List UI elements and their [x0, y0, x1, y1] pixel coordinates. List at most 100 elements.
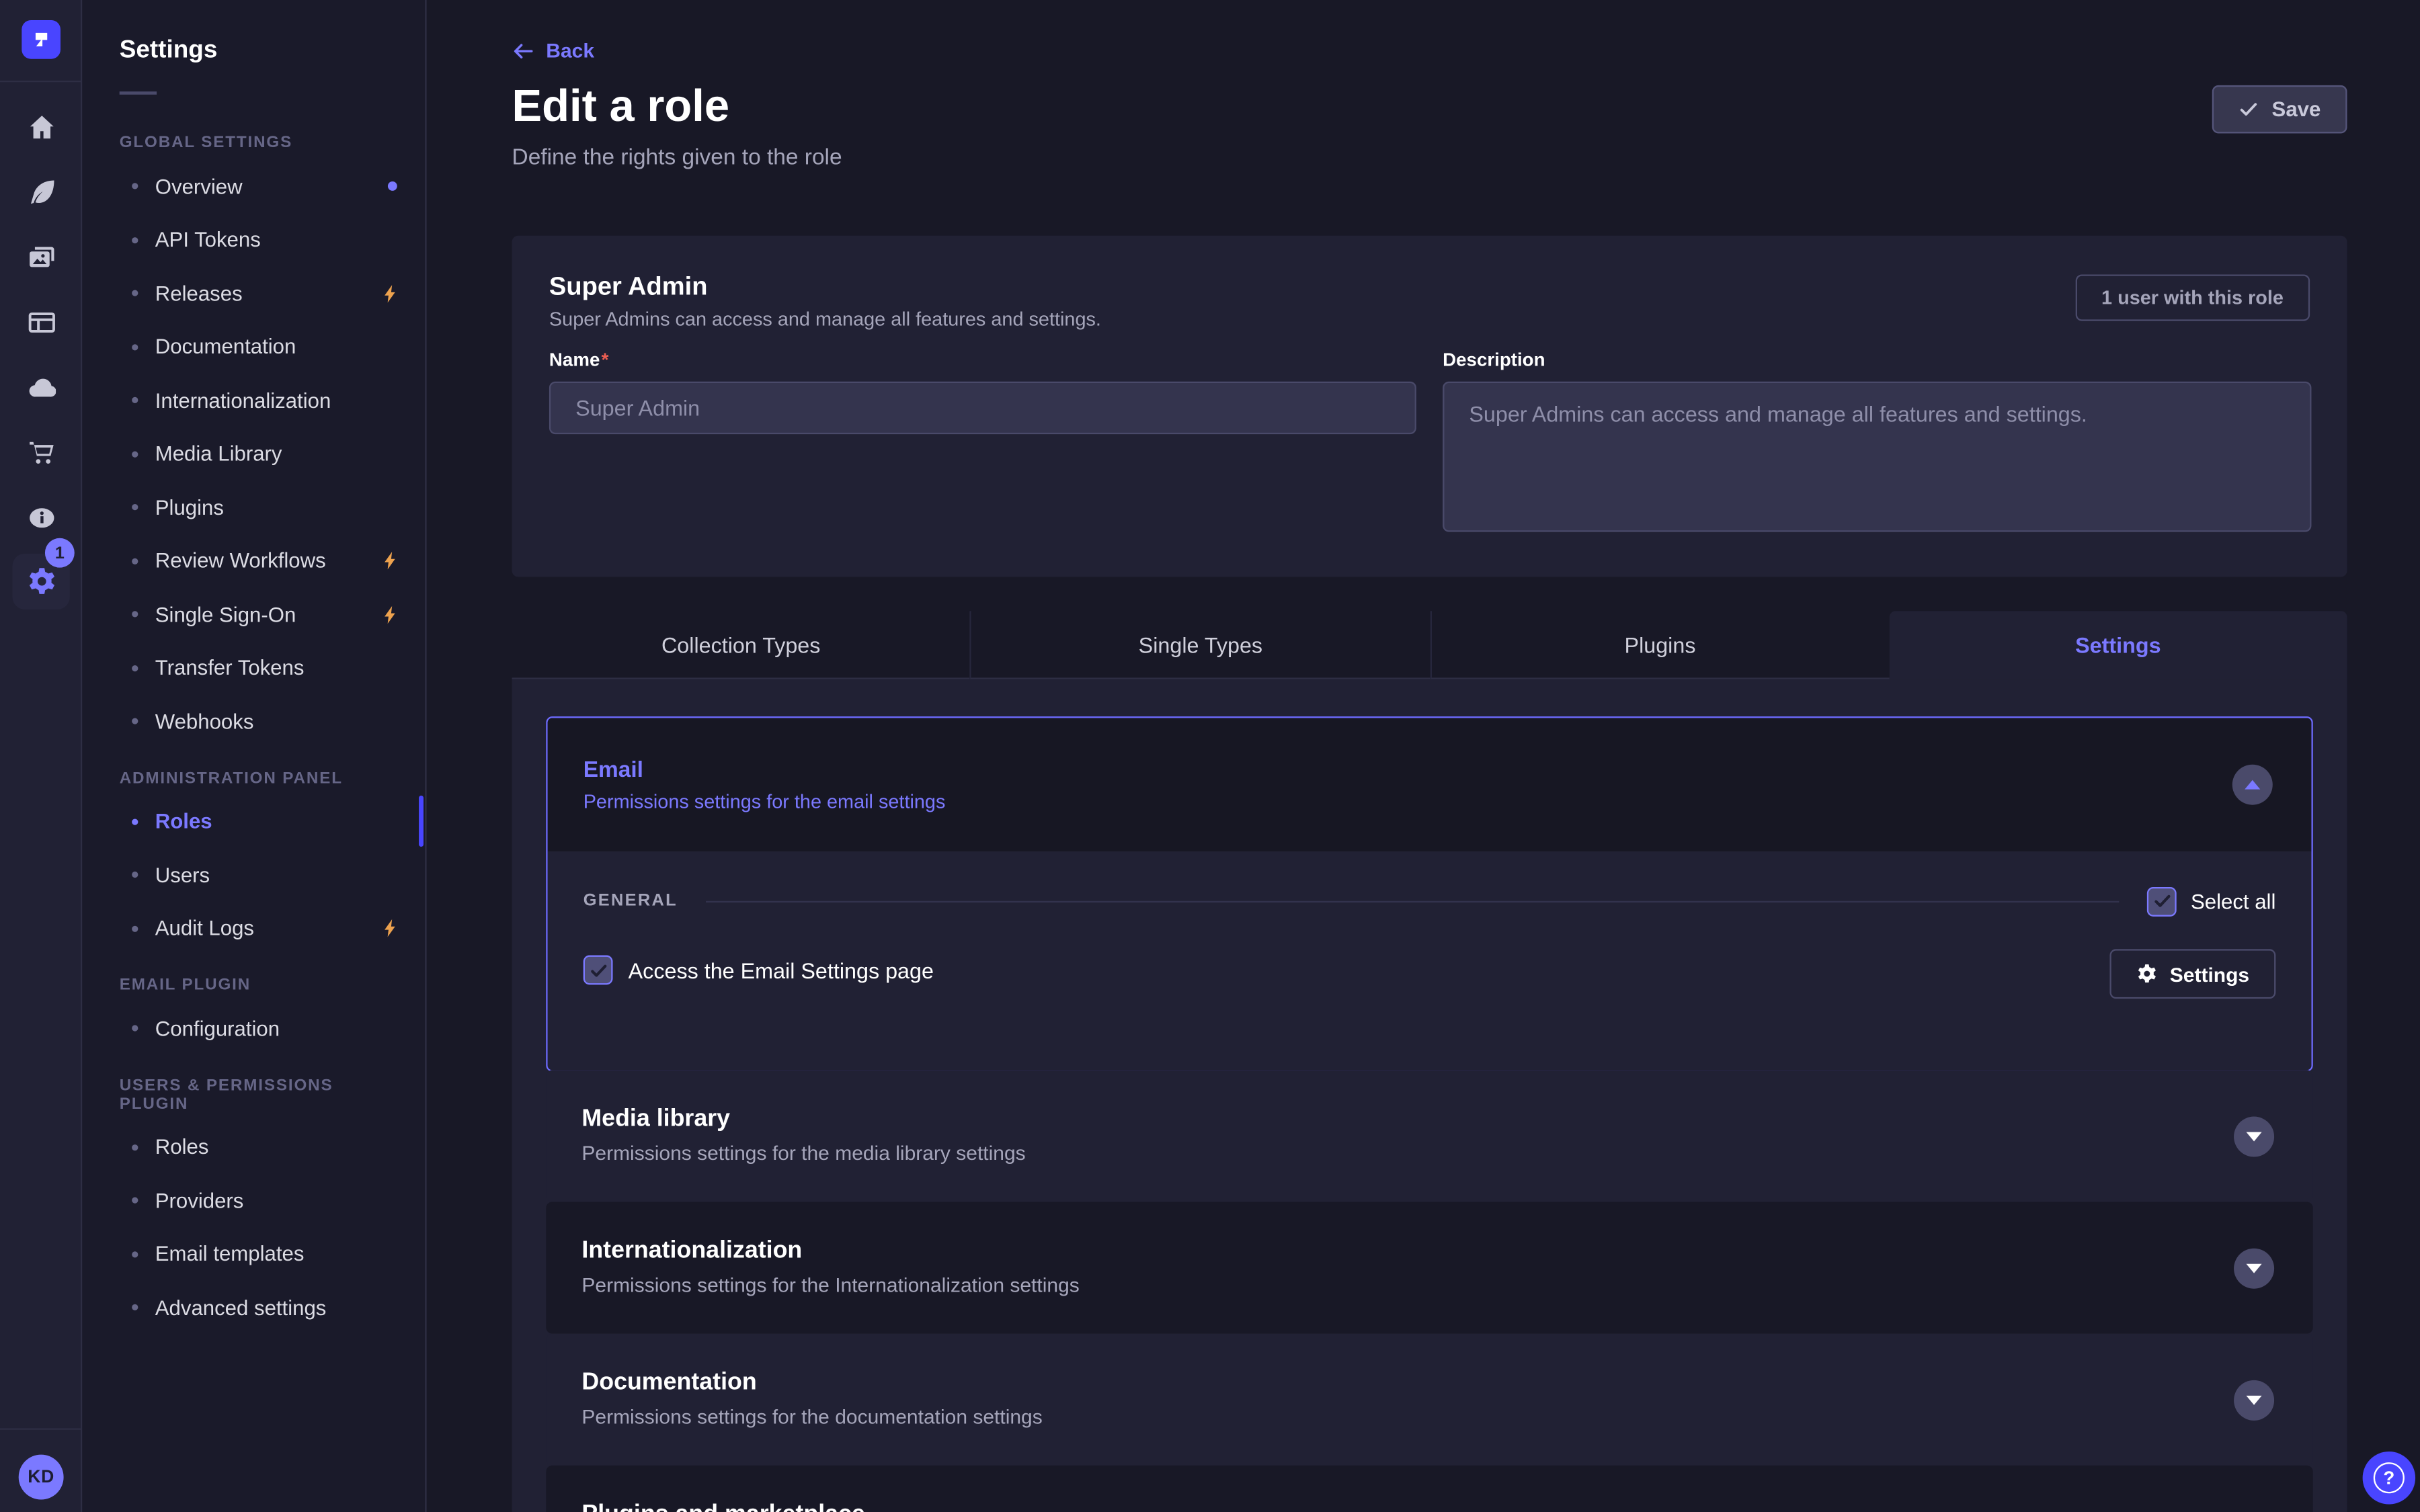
sidebar-item-roles-admin[interactable]: Roles: [120, 795, 401, 849]
sidebar-item-overview[interactable]: Overview: [120, 160, 401, 214]
chevron-down-icon: [2247, 1396, 2262, 1405]
accordion-email-body: GENERAL Select all Access the Email S: [548, 851, 2312, 1070]
section-label-global-settings: GLOBAL SETTINGS: [120, 133, 401, 152]
sidebar-item-users[interactable]: Users: [120, 848, 401, 902]
sidebar-item-media-library[interactable]: Media Library: [120, 427, 401, 481]
check-icon: [589, 961, 608, 980]
strapi-logo[interactable]: [22, 20, 61, 59]
accordion-documentation[interactable]: Documentation Permissions settings for t…: [546, 1334, 2312, 1466]
bullet-icon: [132, 1025, 138, 1032]
user-avatar[interactable]: KD: [19, 1455, 64, 1500]
settings-subnav: Settings GLOBAL SETTINGS Overview API To…: [82, 0, 426, 1512]
bullet-icon: [132, 183, 138, 190]
sidebar-item-review-workflows[interactable]: Review Workflows: [120, 534, 401, 588]
sidebar-item-releases[interactable]: Releases: [120, 267, 401, 321]
accordion-email-header[interactable]: Email Permissions settings for the email…: [548, 718, 2312, 851]
sidebar-item-documentation[interactable]: Documentation: [120, 321, 401, 374]
back-link[interactable]: Back: [512, 39, 594, 62]
bullet-icon: [132, 558, 138, 564]
sidebar-item-single-sign-on[interactable]: Single Sign-On: [120, 588, 401, 642]
sidebar-item-configuration[interactable]: Configuration: [120, 1002, 401, 1056]
sidebar-item-transfer-tokens[interactable]: Transfer Tokens: [120, 641, 401, 695]
subnav-scrollbar-thumb[interactable]: [419, 796, 424, 847]
accordion-title: Media library: [581, 1105, 730, 1134]
bullet-icon: [132, 1144, 138, 1150]
accordion-media-library[interactable]: Media library Permissions settings for t…: [546, 1070, 2312, 1202]
users-with-role-button[interactable]: 1 user with this role: [2075, 274, 2310, 321]
permission-row: Access the Email Settings page: [583, 956, 934, 985]
accordion-internationalization[interactable]: Internationalization Permissions setting…: [546, 1202, 2312, 1333]
email-settings-button[interactable]: Settings: [2109, 949, 2276, 999]
content-type-builder-icon[interactable]: [26, 177, 56, 206]
rail-logo-area: [0, 0, 81, 82]
accordion-subtitle: Permissions settings for the documentati…: [581, 1405, 1042, 1429]
notification-dot-icon: [388, 182, 397, 192]
access-email-settings-checkbox[interactable]: [583, 956, 613, 985]
content-manager-icon[interactable]: [26, 307, 56, 337]
sidebar-item-webhooks[interactable]: Webhooks: [120, 695, 401, 749]
accordion-title: Plugins and marketplace: [581, 1501, 864, 1512]
permission-label: Access the Email Settings page: [629, 958, 934, 982]
tab-collection-types[interactable]: Collection Types: [512, 611, 970, 679]
chevron-up-icon: [2245, 780, 2260, 790]
bullet-icon: [132, 665, 138, 671]
sidebar-item-api-tokens[interactable]: API Tokens: [120, 213, 401, 267]
chevron-down-icon: [2247, 1132, 2262, 1142]
enterprise-bolt-icon: [380, 284, 400, 304]
section-label-users-permissions-plugin: USERS & PERMISSIONS PLUGIN: [120, 1075, 401, 1112]
help-button[interactable]: ?: [2363, 1452, 2415, 1504]
question-mark-icon: ?: [2374, 1462, 2405, 1493]
accordion-subtitle: Permissions settings for the Internation…: [581, 1273, 1079, 1297]
settings-nav-button[interactable]: 1: [12, 554, 69, 610]
accordion-subtitle: Permissions settings for the media libra…: [581, 1141, 1025, 1165]
general-section-label: GENERAL: [583, 892, 678, 911]
gear-icon: [2136, 963, 2157, 984]
general-permissions-row: GENERAL Select all: [583, 882, 2276, 919]
tab-single-types[interactable]: Single Types: [970, 611, 1430, 679]
select-all-checkbox[interactable]: [2147, 886, 2177, 916]
name-field-label: Name*: [549, 349, 609, 370]
bullet-icon: [132, 505, 138, 511]
expand-button[interactable]: [2234, 1249, 2274, 1289]
collapse-button[interactable]: [2232, 765, 2273, 805]
description-field-label: Description: [1443, 349, 1545, 370]
select-all-label: Select all: [2191, 889, 2275, 913]
sidebar-item-roles-up[interactable]: Roles: [120, 1120, 401, 1174]
permissions-section: Collection Types Single Types Plugins Se…: [512, 611, 2347, 1512]
page-title: Edit a role: [512, 82, 730, 133]
bullet-icon: [132, 1251, 138, 1257]
name-input[interactable]: [549, 382, 1416, 434]
marketplace-cart-icon[interactable]: [26, 437, 56, 467]
description-textarea[interactable]: Super Admins can access and manage all f…: [1443, 382, 2311, 532]
home-icon[interactable]: [26, 112, 56, 141]
enterprise-bolt-icon: [380, 551, 400, 571]
sidebar-item-email-templates[interactable]: Email templates: [120, 1228, 401, 1282]
tab-plugins[interactable]: Plugins: [1430, 611, 1890, 679]
expand-button[interactable]: [2234, 1117, 2274, 1157]
sidebar-item-providers[interactable]: Providers: [120, 1174, 401, 1228]
expand-button[interactable]: [2234, 1380, 2274, 1421]
main-content: Back Edit a role Define the rights given…: [427, 0, 2420, 1512]
sidebar-item-audit-logs[interactable]: Audit Logs: [120, 902, 401, 956]
information-icon[interactable]: [26, 503, 56, 532]
bullet-icon: [132, 925, 138, 931]
enterprise-bolt-icon: [380, 604, 400, 624]
tab-settings[interactable]: Settings: [1889, 611, 2347, 679]
subnav-title: Settings: [120, 37, 401, 65]
rail-divider: [0, 1428, 82, 1429]
bullet-icon: [132, 818, 138, 825]
accordion-email-title: Email: [583, 758, 2312, 783]
sidebar-item-plugins[interactable]: Plugins: [120, 480, 401, 534]
accordion-plugins-and-marketplace[interactable]: Plugins and marketplace: [546, 1466, 2312, 1512]
check-icon: [2152, 892, 2171, 911]
bullet-icon: [132, 1198, 138, 1204]
sidebar-item-internationalization[interactable]: Internationalization: [120, 374, 401, 427]
section-label-administration-panel: ADMINISTRATION PANEL: [120, 768, 401, 787]
bullet-icon: [132, 872, 138, 878]
cloud-icon[interactable]: [26, 372, 56, 402]
accordion-email: Email Permissions settings for the email…: [546, 716, 2312, 1071]
media-library-icon[interactable]: [26, 242, 56, 271]
save-button[interactable]: Save: [2213, 85, 2347, 134]
sidebar-item-advanced-settings[interactable]: Advanced settings: [120, 1281, 401, 1335]
save-label: Save: [2272, 97, 2321, 121]
